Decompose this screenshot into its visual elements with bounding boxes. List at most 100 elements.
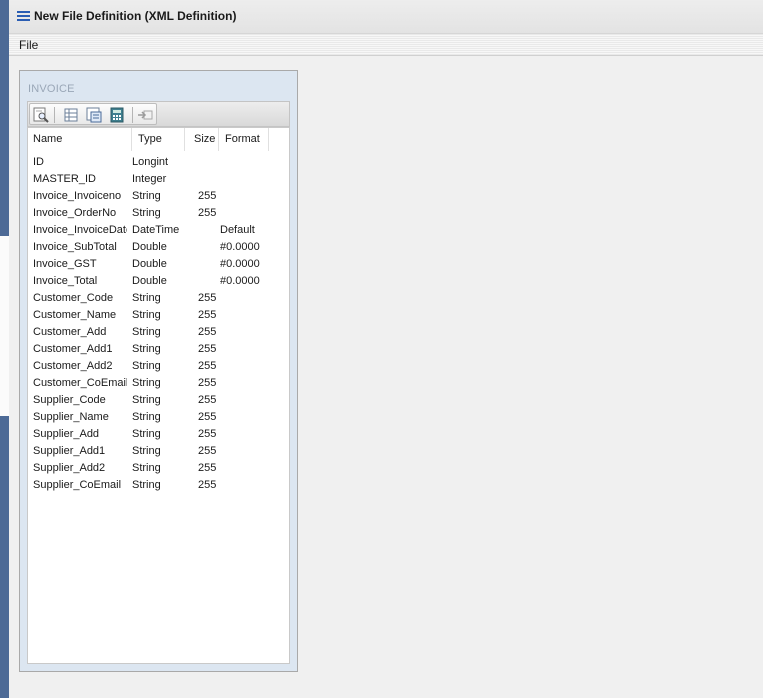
column-divider[interactable]: [184, 128, 185, 151]
app-window: New File Definition (XML Definition) Fil…: [0, 0, 763, 698]
title-bar[interactable]: New File Definition (XML Definition): [9, 0, 763, 34]
field-type: String: [132, 428, 161, 440]
field-row[interactable]: Customer_Add1 String 255: [28, 341, 291, 358]
field-name: Customer_Add1: [33, 343, 113, 355]
field-row[interactable]: Supplier_Code String 255: [28, 392, 291, 409]
column-header-name[interactable]: Name: [33, 133, 62, 145]
field-name: Customer_Code: [33, 292, 114, 304]
toolbar-separator: [54, 107, 55, 123]
grid-header: Name Type Size Format: [28, 128, 291, 151]
import-icon[interactable]: [137, 107, 153, 123]
field-name: Supplier_Add2: [33, 462, 106, 474]
field-row[interactable]: Invoice_Total Double #0.0000: [28, 273, 291, 290]
field-name: ID: [33, 156, 44, 168]
field-size: 255: [198, 190, 217, 202]
field-row[interactable]: ID Longint: [28, 154, 291, 171]
field-row[interactable]: Supplier_Add String 255: [28, 426, 291, 443]
field-row[interactable]: Invoice_GST Double #0.0000: [28, 256, 291, 273]
toolbar-separator: [132, 107, 133, 123]
column-header-type[interactable]: Type: [138, 133, 162, 145]
field-name: Supplier_Add1: [33, 445, 106, 457]
background-app-panel: [0, 236, 9, 416]
field-name: Supplier_Add: [33, 428, 100, 440]
field-type: String: [132, 207, 161, 219]
field-size: 255: [198, 377, 217, 389]
menu-bar: File: [9, 34, 763, 56]
column-divider[interactable]: [268, 128, 269, 151]
field-type: String: [132, 343, 161, 355]
field-size: 255: [198, 326, 217, 338]
field-name: Invoice_SubTotal: [33, 241, 117, 253]
field-type: Longint: [132, 156, 169, 168]
field-name: Invoice_GST: [33, 258, 97, 270]
field-type: String: [132, 309, 161, 321]
grid-view-icon[interactable]: [63, 107, 79, 123]
field-format: #0.0000: [220, 241, 260, 253]
find-icon[interactable]: [33, 107, 49, 123]
field-row[interactable]: Invoice_InvoiceDate DateTime Default: [28, 222, 291, 239]
column-divider[interactable]: [218, 128, 219, 151]
table-panel-invoice[interactable]: INVOICE Name Type Size Format ID Longint…: [19, 70, 298, 672]
field-type: String: [132, 377, 161, 389]
column-header-size[interactable]: Size: [194, 133, 215, 145]
field-type: DateTime: [132, 224, 180, 236]
column-divider[interactable]: [131, 128, 132, 151]
field-size: 255: [198, 360, 217, 372]
field-size: 255: [198, 445, 217, 457]
field-size: 255: [198, 309, 217, 321]
field-row[interactable]: Supplier_Add1 String 255: [28, 443, 291, 460]
field-size: 255: [198, 462, 217, 474]
field-name: Supplier_CoEmail: [33, 479, 122, 491]
field-row[interactable]: Invoice_SubTotal Double #0.0000: [28, 239, 291, 256]
menu-file[interactable]: File: [19, 38, 38, 52]
field-name: Invoice_OrderNo: [33, 207, 117, 219]
field-name: Customer_Name: [33, 309, 117, 321]
field-name: Supplier_Code: [33, 394, 106, 406]
panel-title: INVOICE: [28, 83, 75, 95]
field-row[interactable]: Supplier_Add2 String 255: [28, 460, 291, 477]
field-type: Double: [132, 275, 167, 287]
calculator-icon[interactable]: [109, 107, 125, 123]
field-type: Double: [132, 258, 167, 270]
field-size: 255: [198, 343, 217, 355]
field-row[interactable]: Supplier_CoEmail String 255: [28, 477, 291, 494]
field-type: String: [132, 394, 161, 406]
field-name: Customer_Add2: [33, 360, 113, 372]
field-row[interactable]: Customer_Add2 String 255: [28, 358, 291, 375]
panel-toolbar: [27, 101, 290, 127]
field-row[interactable]: Customer_Add String 255: [28, 324, 291, 341]
field-type: String: [132, 190, 161, 202]
field-row[interactable]: Invoice_Invoiceno String 255: [28, 188, 291, 205]
field-row[interactable]: Invoice_OrderNo String 255: [28, 205, 291, 222]
field-row[interactable]: Supplier_Name String 255: [28, 409, 291, 426]
field-rows: ID Longint MASTER_ID Integer Invoice_Invoice…: [28, 154, 291, 494]
field-format: #0.0000: [220, 275, 260, 287]
window-menu-icon[interactable]: [17, 11, 30, 21]
field-format: #0.0000: [220, 258, 260, 270]
field-name: Customer_CoEmail: [33, 377, 127, 389]
field-type: String: [132, 292, 161, 304]
field-size: 255: [198, 411, 217, 423]
field-name: Invoice_InvoiceDate: [33, 224, 127, 236]
field-name: Invoice_Invoiceno: [33, 190, 122, 202]
field-format: Default: [220, 224, 255, 236]
field-name: Customer_Add: [33, 326, 107, 338]
field-size: 255: [198, 292, 217, 304]
field-type: String: [132, 462, 161, 474]
window-title: New File Definition (XML Definition): [34, 9, 237, 23]
field-row[interactable]: Customer_Code String 255: [28, 290, 291, 307]
field-row[interactable]: MASTER_ID Integer: [28, 171, 291, 188]
field-type: Integer: [132, 173, 167, 185]
field-type: String: [132, 411, 161, 423]
column-header-format[interactable]: Format: [225, 133, 260, 145]
field-row[interactable]: Customer_Name String 255: [28, 307, 291, 324]
background-app-strip: [0, 0, 9, 698]
fields-grid[interactable]: Name Type Size Format ID Longint MASTER_ID…: [27, 127, 290, 664]
form-view-icon[interactable]: [86, 107, 102, 123]
field-row[interactable]: Customer_CoEmail String 255: [28, 375, 291, 392]
field-size: 255: [198, 479, 217, 491]
field-size: 255: [198, 394, 217, 406]
field-type: String: [132, 360, 161, 372]
field-name: Invoice_Total: [33, 275, 98, 287]
toolbar-group: [29, 103, 157, 125]
